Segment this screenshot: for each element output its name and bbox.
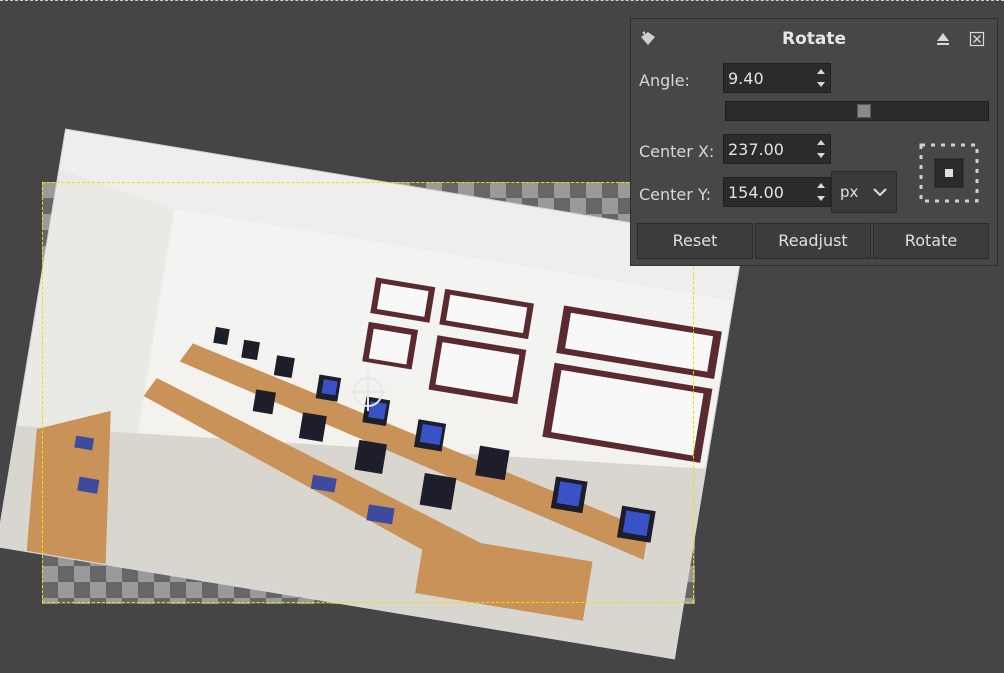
decrement-icon[interactable]	[812, 78, 830, 92]
close-icon[interactable]	[969, 31, 985, 47]
reset-button[interactable]: Reset	[637, 223, 753, 259]
angle-slider[interactable]	[725, 101, 989, 121]
rotation-pivot-handle[interactable]	[349, 373, 387, 411]
center-x-input[interactable]	[724, 135, 808, 163]
chevron-down-icon	[873, 188, 887, 197]
center-x-spinbutton[interactable]	[723, 134, 831, 164]
increment-icon[interactable]	[812, 64, 830, 78]
detach-icon[interactable]	[935, 31, 951, 47]
angle-input[interactable]	[724, 64, 808, 92]
decrement-icon[interactable]	[812, 192, 830, 206]
increment-icon[interactable]	[812, 135, 830, 149]
readjust-button[interactable]: Readjust	[755, 223, 871, 259]
rotate-button[interactable]: Rotate	[873, 223, 989, 259]
angle-slider-handle[interactable]	[857, 104, 871, 118]
decrement-icon[interactable]	[812, 149, 830, 163]
center-y-input[interactable]	[724, 178, 808, 206]
pivot-selector[interactable]	[917, 141, 981, 205]
center-x-label: Center X:	[639, 142, 715, 161]
angle-spinbutton[interactable]	[723, 63, 831, 93]
unit-value: px	[840, 183, 859, 201]
angle-label: Angle:	[639, 71, 690, 90]
unit-dropdown[interactable]: px	[831, 171, 897, 213]
rotate-dialog: Rotate Angle: Center X: Center Y: px	[630, 18, 998, 266]
center-y-label: Center Y:	[639, 185, 711, 204]
center-y-spinbutton[interactable]	[723, 177, 831, 207]
increment-icon[interactable]	[812, 178, 830, 192]
